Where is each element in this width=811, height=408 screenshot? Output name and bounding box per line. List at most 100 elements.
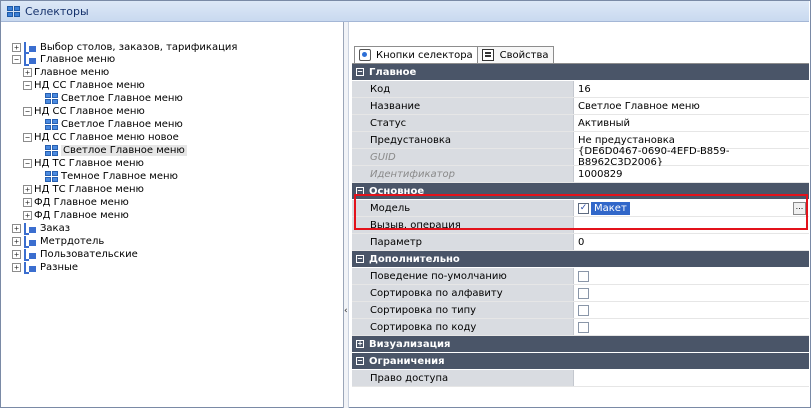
tree-item-tables-orders[interactable]: + Выбор столов, заказов, тарификация [12,41,237,54]
tree-item-label: НД СС Главное меню новое [34,131,179,143]
tree-item-label: НД СС Главное меню [34,79,145,91]
collapse-left-icon[interactable]: ‹ [344,306,348,316]
collapse-icon[interactable]: − [23,132,32,142]
property-value[interactable] [574,370,809,386]
property-row-status[interactable]: Статус Активный [352,115,809,132]
property-row-sort-alpha[interactable]: Сортировка по алфавиту [352,285,809,302]
category-basic[interactable]: − Основное [352,183,809,200]
property-value[interactable]: Активный [574,115,809,131]
property-name: Статус [352,115,574,131]
expand-icon[interactable]: + [23,67,32,77]
property-name: Код [352,81,574,97]
property-value[interactable] [574,217,809,233]
tree-item-dark-menu[interactable]: Темное Главное меню [45,170,178,182]
property-row-parameter[interactable]: Параметр 0 [352,234,809,251]
property-value [574,319,809,335]
checkbox[interactable] [578,270,589,282]
category-restrictions[interactable]: − Ограничения [352,353,809,370]
category-additional[interactable]: − Дополнительно [352,251,809,268]
checkbox[interactable] [578,287,589,299]
property-name: Идентификатор [352,166,574,182]
checkbox[interactable] [578,321,589,333]
layout-icon [23,235,37,248]
category-visualization[interactable]: + Визуализация [352,336,809,353]
property-value [574,268,809,284]
property-row-name[interactable]: Название Светлое Главное меню [352,98,809,115]
property-name: Предустановка [352,132,574,148]
tree-item-nd-ts-1[interactable]: − НД ТС Главное меню [23,157,390,233]
pane-splitter[interactable]: ‹ [343,22,349,408]
tab-label: Кнопки селектора [376,49,473,61]
grid-icon [45,118,58,130]
model-value[interactable]: ✓ Макет [574,200,809,216]
tree-item-fd-2[interactable]: + ФД Главное меню [23,209,390,285]
property-row-sort-type[interactable]: Сортировка по типу [352,302,809,319]
tree-item-label: ФД Главное меню [34,209,129,221]
collapse-icon[interactable]: − [356,255,364,263]
property-name: Вызыв. операция [352,217,574,233]
tree-item-light-menu-1[interactable]: Светлое Главное меню [45,92,183,104]
checkbox-checked-icon[interactable]: ✓ [578,202,589,214]
tree-item-misc[interactable]: + Разные [12,261,78,274]
tree-item-nd-ss-1[interactable]: − НД СС Главное меню [23,79,390,155]
expand-icon[interactable]: + [23,210,32,220]
window-title: Селекторы [25,4,89,18]
expand-icon[interactable]: + [356,340,364,348]
grid-icon [45,144,58,156]
expand-icon[interactable]: + [12,42,21,52]
properties-icon [481,49,494,61]
property-name: Название [352,98,574,114]
collapse-icon[interactable]: − [12,54,21,64]
property-value: {DE6D0467-0690-4EFD-B859-B8962C3D2006} [574,146,809,168]
property-row-default-behavior[interactable]: Поведение по-умолчанию [352,268,809,285]
category-label: Основное [369,185,425,197]
property-value[interactable]: 16 [574,81,809,97]
property-name: Право доступа [352,370,574,386]
tree-item-label: НД СС Главное меню [34,105,145,117]
tree-item-main-menu-folder[interactable]: + Главное меню [23,66,390,142]
tree-item-light-menu-selected[interactable]: Светлое Главное меню [45,144,187,156]
property-name: Поведение по-умолчанию [352,268,574,284]
tree-item-nd-ts-2[interactable]: + НД ТС Главное меню [23,183,390,259]
property-name: Параметр [352,234,574,250]
category-main[interactable]: − Главное [352,64,809,81]
expand-icon[interactable]: + [12,223,21,233]
collapse-icon[interactable]: − [356,357,364,365]
collapse-icon[interactable]: − [356,68,364,76]
tree-item-light-menu-2[interactable]: Светлое Главное меню [45,118,183,130]
tab-selector-buttons[interactable]: Кнопки селектора [354,46,478,63]
property-value[interactable]: 0 [574,234,809,250]
ellipsis-button[interactable]: ... [793,202,806,215]
collapse-icon[interactable]: − [23,158,32,168]
layout-icon [23,53,37,66]
tree-item-order[interactable]: + Заказ [12,222,70,235]
collapse-icon[interactable]: − [23,106,32,116]
property-name: Сортировка по коду [352,319,574,335]
tree-item-label: НД ТС Главное меню [34,157,144,169]
property-value[interactable]: Светлое Главное меню [574,98,809,114]
property-row-sort-code[interactable]: Сортировка по коду [352,319,809,336]
selector-tree[interactable]: + Выбор столов, заказов, тарификация − Г… [12,41,390,401]
property-row-access-right[interactable]: Право доступа [352,370,809,387]
property-row-call-operation[interactable]: Вызыв. операция [352,217,809,234]
checkbox[interactable] [578,304,589,316]
layout-icon [23,222,37,235]
tree-item-maitre[interactable]: + Метрдотель [12,235,104,248]
property-row-model[interactable]: Модель ✓ Макет ... [352,200,809,217]
property-row-code[interactable]: Код 16 [352,81,809,98]
tree-item-custom[interactable]: + Пользовательские [12,248,138,261]
expand-icon[interactable]: + [23,197,32,207]
tree-item-main-menu[interactable]: − Главное меню [12,53,115,66]
tab-properties[interactable]: Свойства [476,46,554,63]
tree-item-nd-ss-new[interactable]: − НД СС Главное меню новое [23,131,390,207]
expand-icon[interactable]: + [12,249,21,259]
property-value [574,302,809,318]
tree-item-fd-1[interactable]: + ФД Главное меню [23,196,390,272]
collapse-icon[interactable]: − [356,187,364,195]
expand-icon[interactable]: + [23,184,32,194]
tree-item-label: Темное Главное меню [61,170,178,182]
collapse-icon[interactable]: − [23,80,32,90]
expand-icon[interactable]: + [12,236,21,246]
expand-icon[interactable]: + [12,262,21,272]
tree-item-nd-ss-2[interactable]: − НД СС Главное меню [23,105,390,181]
